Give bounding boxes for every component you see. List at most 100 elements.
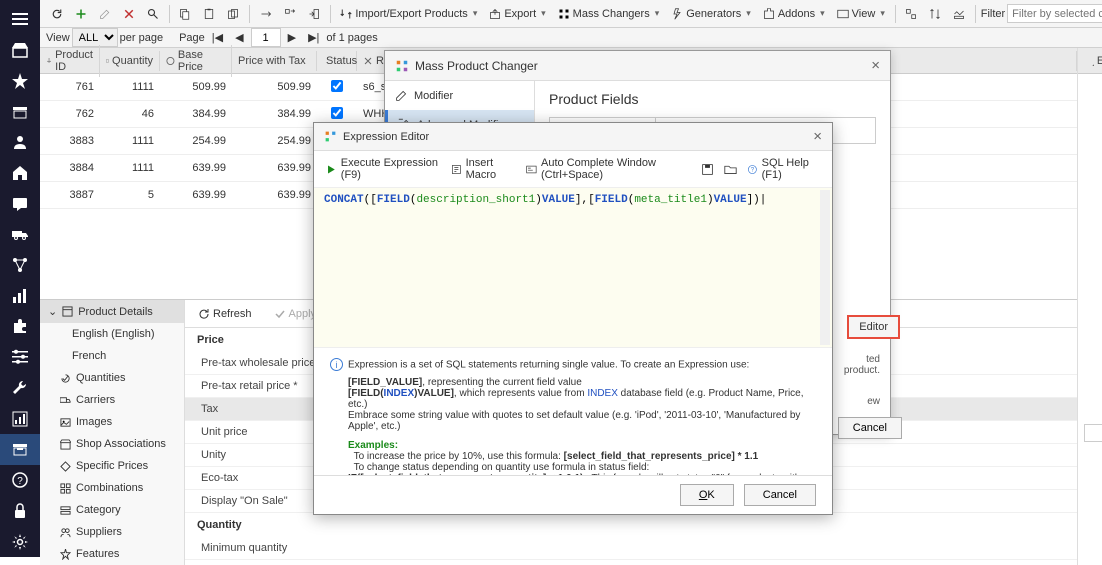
expr-title-text: Expression Editor <box>343 131 429 143</box>
import-export-label: Import/Export Products <box>355 8 468 20</box>
page-label: Page <box>179 32 205 44</box>
details-category[interactable]: Category <box>40 499 184 521</box>
info-icon: i <box>330 358 343 371</box>
view-button[interactable]: View <box>832 5 890 23</box>
expr-sqlhelp-button[interactable]: ?SQL Help (F1) <box>747 157 820 181</box>
sidebar-puzzle-icon[interactable] <box>0 311 40 342</box>
svg-text:?: ? <box>751 167 755 173</box>
expr-toolbar: Execute Expression (F9) Insert Macro Aut… <box>314 151 832 188</box>
main-sidebar: ? <box>0 0 40 557</box>
expr-code-area[interactable]: CONCAT([FIELD(description_short1)VALUE],… <box>314 188 832 348</box>
details-quantities[interactable]: Quantities <box>40 367 184 389</box>
sidebar-chat-icon[interactable] <box>0 188 40 219</box>
last-page-button[interactable]: ▶| <box>303 28 324 47</box>
delete-button[interactable] <box>118 5 140 23</box>
col-status[interactable]: Status <box>317 51 357 71</box>
link-button[interactable] <box>303 5 325 23</box>
details-shop-assoc[interactable]: Shop Associations <box>40 433 184 455</box>
expr-macro-button[interactable]: Insert Macro <box>451 157 516 181</box>
sidebar-star-icon[interactable] <box>0 65 40 96</box>
export-button[interactable]: Export <box>484 5 550 23</box>
filter-input[interactable] <box>1007 4 1102 23</box>
import-export-button[interactable]: Import/Export Products <box>335 5 482 23</box>
mpc-cancel-outer[interactable]: Cancel <box>838 417 902 439</box>
col-base-price[interactable]: Base Price <box>160 45 232 77</box>
col-ean[interactable]: EAN13 <box>1078 51 1102 71</box>
next-page-button[interactable]: ▶ <box>283 28 301 47</box>
prev-page-button[interactable]: ◀ <box>230 28 248 47</box>
details-images[interactable]: Images <box>40 411 184 433</box>
row-status-checkbox[interactable] <box>331 80 343 92</box>
mpc-icon <box>395 59 409 73</box>
addons-button[interactable]: Addons <box>758 5 830 23</box>
sidebar-chart-icon[interactable] <box>0 280 40 311</box>
expr-open-button[interactable] <box>724 163 737 176</box>
right-input[interactable] <box>1084 424 1102 442</box>
sidebar-truck-icon[interactable] <box>0 219 40 250</box>
expr-autocomplete-button[interactable]: Auto Complete Window (Ctrl+Space) <box>526 157 691 181</box>
sidebar-archive-icon[interactable] <box>0 96 40 127</box>
details-suppliers[interactable]: Suppliers <box>40 521 184 543</box>
view-label: View <box>852 8 876 20</box>
expr-scrollbar[interactable] <box>820 190 830 345</box>
tool3-button[interactable] <box>948 5 970 23</box>
col-price-tax[interactable]: Price with Tax <box>232 51 317 71</box>
sidebar-stats-icon[interactable] <box>0 403 40 434</box>
sidebar-sliders-icon[interactable] <box>0 342 40 373</box>
page-input[interactable] <box>251 28 281 47</box>
col-quantity[interactable]: Quantity <box>100 51 160 71</box>
of-pages-label: of 1 pages <box>326 32 377 44</box>
expr-ok-button[interactable]: OK <box>680 484 734 506</box>
details-carriers[interactable]: Carriers <box>40 389 184 411</box>
copy-button[interactable] <box>174 5 196 23</box>
expr-close-button[interactable]: × <box>813 128 822 145</box>
details-specific-prices[interactable]: Specific Prices <box>40 455 184 477</box>
mpc-fields-title: Product Fields <box>549 91 876 107</box>
details-combinations[interactable]: Combinations <box>40 477 184 499</box>
col-product-id[interactable]: Product ID <box>40 45 100 77</box>
sidebar-home-icon[interactable] <box>0 158 40 189</box>
sidebar-network-icon[interactable] <box>0 250 40 281</box>
expr-icon <box>324 130 337 143</box>
expr-save-button[interactable] <box>701 163 714 176</box>
row-status-checkbox[interactable] <box>331 107 343 119</box>
mpc-tab-modifier[interactable]: Modifier <box>385 81 534 110</box>
sidebar-gear-icon[interactable] <box>0 526 40 557</box>
svg-text:?: ? <box>17 476 23 487</box>
details-lang-item[interactable]: English (English) <box>40 323 184 345</box>
details-header[interactable]: ⌄ Product Details <box>40 300 184 323</box>
tool2-button[interactable] <box>924 5 946 23</box>
details-lang-item[interactable]: French <box>40 345 184 367</box>
expr-execute-button[interactable]: Execute Expression (F9) <box>326 157 441 181</box>
edit-button[interactable] <box>94 5 116 23</box>
mpc-editor-button[interactable]: Editor <box>847 315 900 339</box>
refresh-button[interactable] <box>46 5 68 23</box>
paste-button[interactable] <box>198 5 220 23</box>
sidebar-store-icon[interactable] <box>0 35 40 66</box>
generators-button[interactable]: Generators <box>666 5 756 23</box>
sidebar-lock-icon[interactable] <box>0 496 40 527</box>
assign-button[interactable] <box>279 5 301 23</box>
right-panel: EAN13 UPC <box>1077 48 1102 565</box>
sidebar-help-icon[interactable]: ? <box>0 465 40 496</box>
move-button[interactable] <box>255 5 277 23</box>
mass-changers-label: Mass Changers <box>573 8 650 20</box>
expr-help-text: iExpression is a set of SQL statements r… <box>314 348 832 475</box>
expr-cancel-button[interactable]: Cancel <box>744 484 816 506</box>
mpc-close-button[interactable]: × <box>871 57 880 74</box>
details-features[interactable]: Features <box>40 543 184 565</box>
sidebar-user-icon[interactable] <box>0 127 40 158</box>
main-toolbar: Import/Export Products Export Mass Chang… <box>40 0 1102 28</box>
generators-label: Generators <box>686 8 741 20</box>
tool1-button[interactable] <box>900 5 922 23</box>
search-button[interactable] <box>142 5 164 23</box>
add-button[interactable] <box>70 5 92 23</box>
sidebar-menu-icon[interactable] <box>0 4 40 35</box>
mass-changers-button[interactable]: Mass Changers <box>553 5 665 23</box>
addons-label: Addons <box>778 8 815 20</box>
sidebar-inbox-icon[interactable] <box>0 434 40 465</box>
sidebar-wrench-icon[interactable] <box>0 373 40 404</box>
refresh-price-button[interactable]: Refresh <box>193 305 257 323</box>
per-page-label: per page <box>120 32 163 44</box>
clone-button[interactable] <box>222 5 244 23</box>
